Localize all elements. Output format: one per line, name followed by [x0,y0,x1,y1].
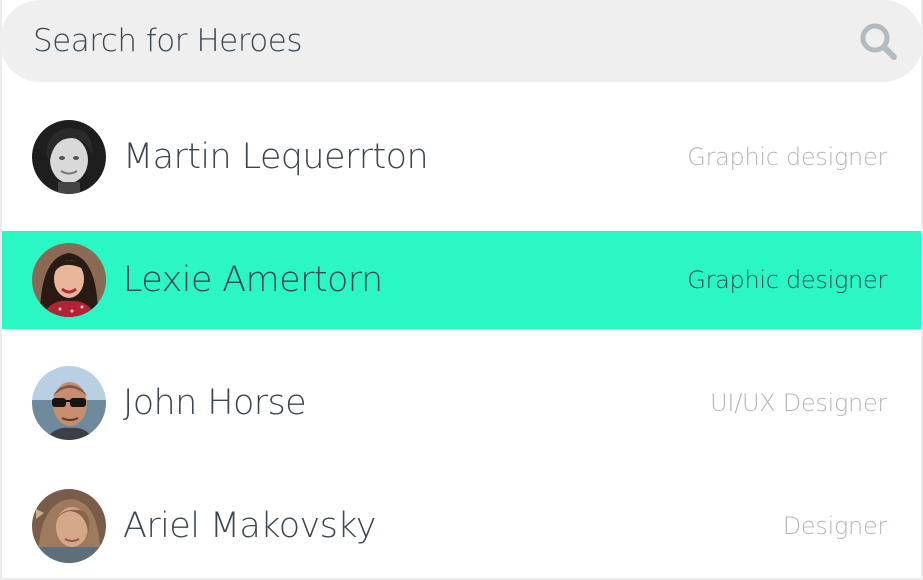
person-name: Ariel Makovsky [123,506,376,546]
person-name: Lexie Amertorn [123,260,383,300]
person-role: Graphic designer [687,143,887,171]
avatar [32,243,106,317]
search-input[interactable] [33,11,857,71]
avatar [32,489,106,563]
search-bar [0,0,923,82]
person-name: John Horse [123,383,307,423]
hero-search-widget: Martin Lequerrton Graphic designer Lexie… [0,0,923,580]
avatar [32,366,106,440]
search-icon[interactable] [857,20,899,62]
avatar [32,120,106,194]
person-role: UI/UX Designer [710,389,887,417]
person-name: Martin Lequerrton [123,137,429,177]
list-item-john-horse[interactable]: John Horse UI/UX Designer [2,354,921,452]
list-item-lexie-amertorn[interactable]: Lexie Amertorn Graphic designer [2,231,921,329]
person-role: Designer [782,512,888,540]
list-item-martin-lequerrton[interactable]: Martin Lequerrton Graphic designer [2,108,921,206]
person-role: Graphic designer [687,266,887,294]
hero-list: Martin Lequerrton Graphic designer Lexie… [2,108,921,580]
list-item-ariel-makovsky[interactable]: Ariel Makovsky Designer [2,477,921,575]
